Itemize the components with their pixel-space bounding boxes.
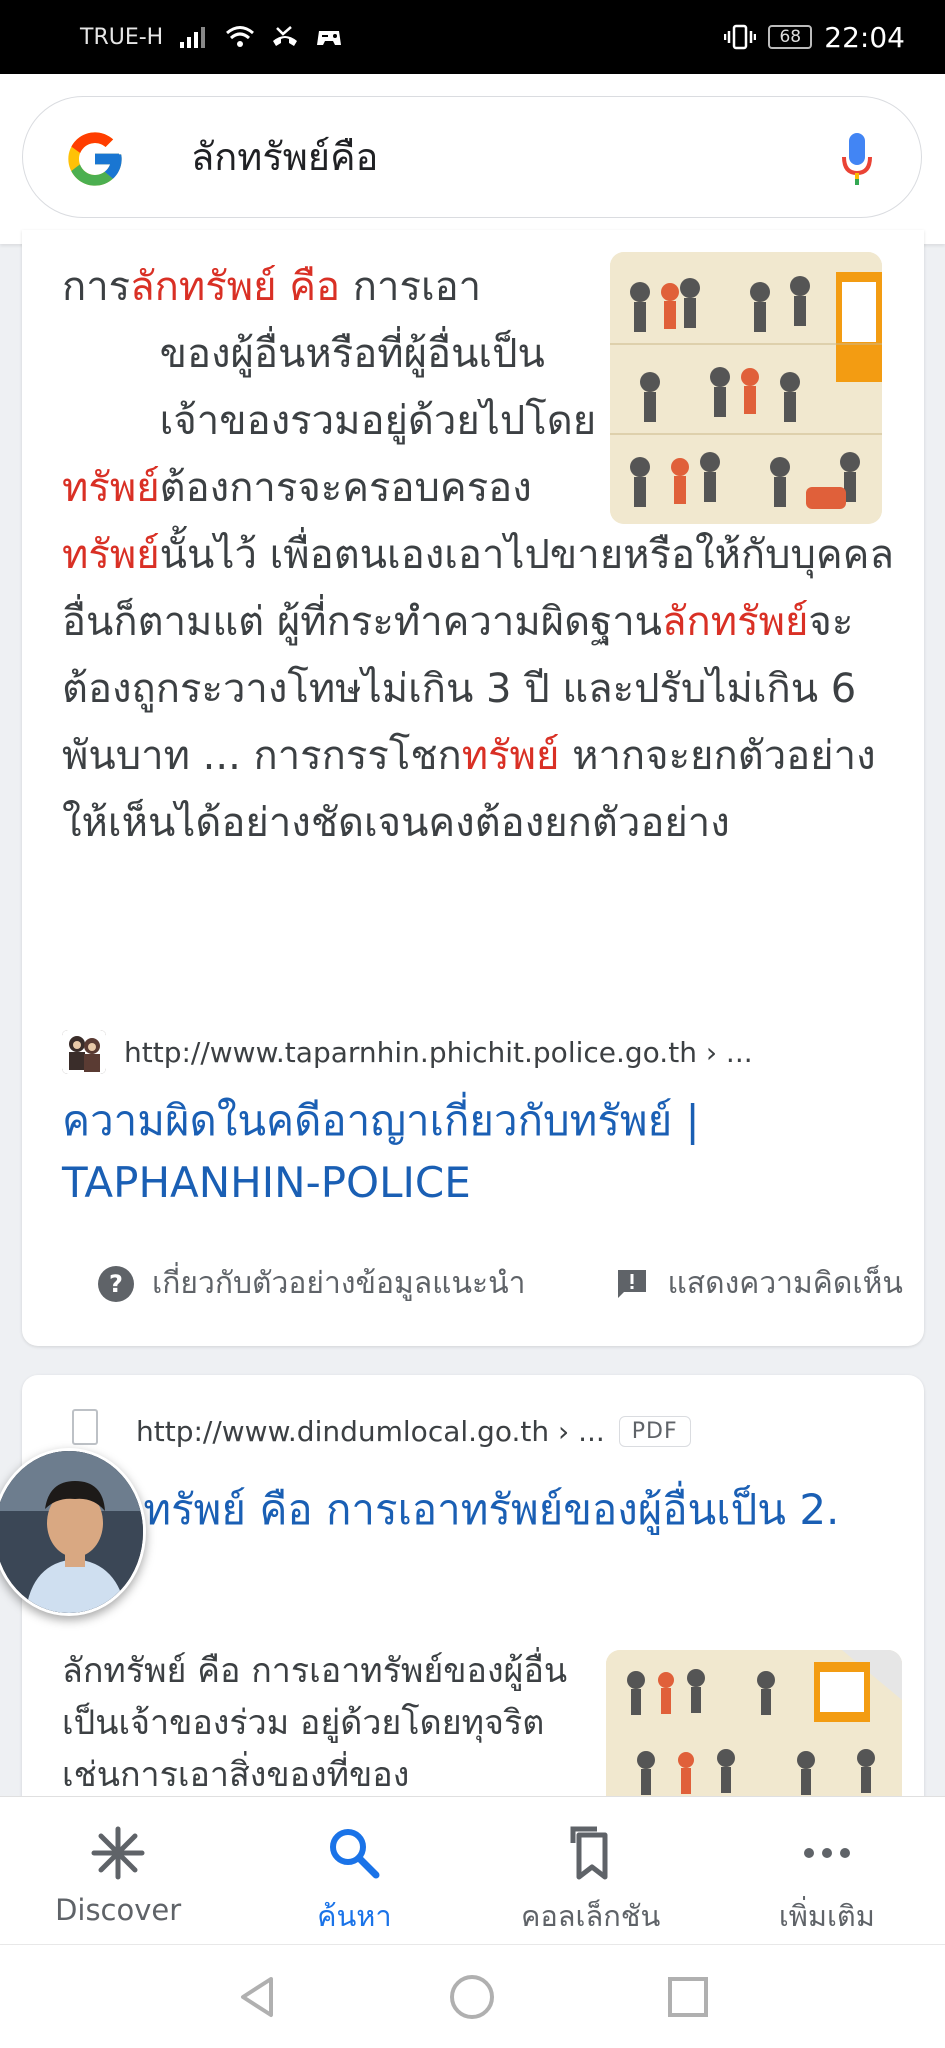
status-bar: TRUE-H 68 22:04 — [0, 0, 945, 74]
recents-icon[interactable] — [666, 1975, 710, 2019]
search-header: ลักทรัพย์คือ — [0, 74, 945, 244]
nav-label: ค้นหา — [317, 1899, 392, 1933]
nav-search[interactable]: ค้นหา — [236, 1797, 472, 1944]
result-card: การลักทรัพย์ คือ การเอา ทรัพย์ของผู้อื่นห… — [22, 230, 924, 1346]
status-left: TRUE-H — [80, 25, 343, 50]
nav-more[interactable]: เพิ่มเติม — [709, 1797, 945, 1944]
wifi-icon — [226, 26, 255, 47]
system-nav-bar — [0, 1944, 945, 2048]
cartoon-thumbnail-image — [606, 1650, 902, 1805]
result-source[interactable]: http://www.dindumlocal.go.th › ... PDF — [136, 1415, 691, 1448]
result-title-link[interactable]: ความผิดในคดีอาญาเกี่ยวกับทรัพย์ | TAPHAN… — [62, 1090, 882, 1214]
site-favicon-icon — [62, 1030, 106, 1074]
pdf-badge: PDF — [618, 1416, 691, 1447]
result-title-link[interactable]: ักทรัพย์ คือ การเอาทรัพย์ของผู้อื่นเป็น … — [118, 1479, 908, 1541]
result-snippet: การลักทรัพย์ คือ การเอา ทรัพย์ของผู้อื่นห… — [62, 254, 902, 857]
signal-icon — [180, 27, 206, 48]
result-thumbnail[interactable] — [606, 1650, 902, 1805]
snippet-highlight: ทรัพย์ — [62, 465, 160, 511]
home-icon[interactable] — [448, 1973, 496, 2021]
search-query[interactable]: ลักทรัพย์คือ — [191, 97, 378, 217]
snippet-text: การเอา — [340, 264, 482, 310]
snippet-highlight: ลักทรัพย์ คือ — [130, 264, 341, 310]
more-horiz-icon — [797, 1825, 857, 1881]
search-icon — [324, 1825, 384, 1881]
search-box[interactable]: ลักทรัพย์คือ — [22, 96, 922, 218]
snippet-highlight: ทรัพย์ — [461, 733, 560, 779]
snippet-text: ของผู้อื่นหรือที่ผู้อื่นเป็นเจ้าของรวมอย… — [159, 331, 597, 511]
result-snippet: ลักทรัพย์ คือ การเอาทรัพย์ของผู้อื่นเป็น… — [62, 1651, 568, 1795]
snippet-text: การ — [62, 264, 131, 310]
nav-label: คอลเล็กชัน — [520, 1899, 661, 1933]
source-url[interactable]: http://www.taparnhin.phichit.police.go.t… — [124, 1036, 753, 1069]
nav-label: Discover — [55, 1893, 182, 1927]
google-logo-icon[interactable] — [63, 127, 127, 191]
mic-icon[interactable] — [841, 131, 873, 187]
result-source[interactable]: http://www.taparnhin.phichit.police.go.t… — [62, 1030, 753, 1074]
snippet-highlight: ทรัพย์ — [62, 532, 160, 578]
back-icon[interactable] — [235, 1973, 279, 2021]
bottom-nav: Discover ค้นหา คอลเล็กชัน เพิ่มเติม — [0, 1796, 945, 1944]
game-icon — [317, 31, 342, 45]
asterisk-icon — [88, 1825, 148, 1881]
vibrate-icon — [724, 24, 757, 50]
result-card: http://www.dindumlocal.go.th › ... PDF ั… — [22, 1375, 924, 1805]
nav-discover[interactable]: Discover — [0, 1797, 236, 1944]
feedback-row: ? เกี่ยวกับตัวอย่างข้อมูลแนะนำ แสดงความค… — [98, 1260, 903, 1307]
status-right: 68 22:04 — [724, 21, 905, 54]
nav-collections[interactable]: คอลเล็กชัน — [473, 1797, 709, 1944]
feedback-link[interactable]: แสดงความคิดเห็น — [667, 1260, 902, 1307]
missed-call-icon — [273, 26, 298, 46]
nav-label: เพิ่มเติม — [778, 1899, 875, 1933]
about-snippet-link[interactable]: เกี่ยวกับตัวอย่างข้อมูลแนะนำ — [152, 1260, 525, 1307]
document-icon — [72, 1409, 98, 1445]
feedback-icon[interactable] — [615, 1267, 649, 1301]
snippet-highlight: ลักทรัพย์ — [662, 599, 809, 645]
battery-indicator: 68 — [768, 25, 813, 49]
carrier-label: TRUE-H — [80, 24, 164, 50]
clock: 22:04 — [824, 20, 905, 54]
source-url[interactable]: http://www.dindumlocal.go.th › ... — [136, 1415, 605, 1448]
help-icon[interactable]: ? — [98, 1265, 134, 1302]
bookmarks-icon — [561, 1825, 621, 1881]
